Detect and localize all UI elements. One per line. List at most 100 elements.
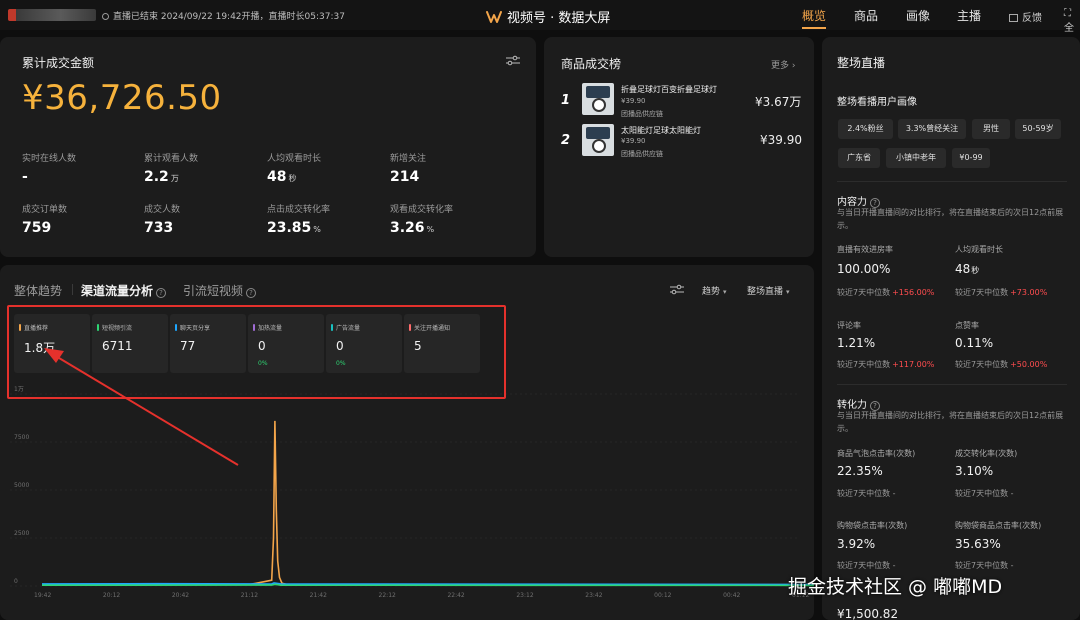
rank-number: 2 <box>561 133 571 148</box>
metric-compare: 较近7天中位数 +73.00% <box>955 287 1047 298</box>
divider <box>837 181 1067 182</box>
metric-compare: 较近7天中位数 - <box>955 561 1014 570</box>
stat-label-avg-duration: 人均观看时长 <box>267 154 322 164</box>
product-thumbnail[interactable] <box>582 83 614 115</box>
metric-label: 评论率 <box>837 321 861 330</box>
metric-value: 3.92% <box>837 537 876 551</box>
audience-tag: 3.3%曾经关注 <box>898 119 966 139</box>
channels-logo-icon <box>486 11 502 23</box>
metric-delta: +117.00% <box>892 360 935 369</box>
nav-overview[interactable]: 概览 <box>802 7 826 24</box>
metric-number: 48 <box>955 262 971 276</box>
metric-compare-label: 较近7天中位数 <box>955 360 1009 369</box>
stat-value-avg-duration: 48 秒 <box>267 169 296 185</box>
y-tick-label: 2500 <box>14 530 29 537</box>
x-tick-label: 00:12 <box>654 592 671 599</box>
scope-dropdown[interactable]: 整场直播 ▾ <box>747 284 790 297</box>
metric-value: 48秒 <box>955 262 979 276</box>
metric-delta: +73.00% <box>1010 288 1048 297</box>
stat-label-click-conv: 点击成交转化率 <box>267 205 331 215</box>
metric-compare-label: 较近7天中位数 <box>837 288 891 297</box>
caret-down-icon: ▾ <box>723 288 727 296</box>
stat-unit: % <box>313 225 321 234</box>
fullscreen-button[interactable]: ⛶全 <box>1064 8 1080 34</box>
y-tick-label: 0 <box>14 578 18 585</box>
product-thumbnail[interactable] <box>582 124 614 156</box>
x-tick-label: 21:12 <box>241 592 258 599</box>
nav-portrait[interactable]: 画像 <box>906 7 930 24</box>
series-line[interactable] <box>41 582 814 586</box>
metric-value: 0.11% <box>955 336 994 350</box>
content-power-desc: 与当日开播直播间的对比排行，将在直播结束后的次日12点前展示。 <box>837 208 1064 230</box>
product-price: ¥39.90 <box>621 97 646 105</box>
metric-compare: 较近7天中位数 +156.00% <box>837 287 934 298</box>
x-tick-label: 20:12 <box>103 592 120 599</box>
metric-compare-label: 较近7天中位数 <box>955 288 1009 297</box>
metric-label: 商品气泡点击率(次数) <box>837 449 916 458</box>
metric-value: 100.00% <box>837 262 891 276</box>
annotation-arrow <box>44 348 239 466</box>
conversion-power-desc: 与当日开播直播间的对比排行，将在直播结束后的次日12点前展示。 <box>837 411 1064 433</box>
x-tick-label: 20:42 <box>172 592 189 599</box>
stat-value-new-follows: 214 <box>390 169 419 185</box>
product-price: ¥39.90 <box>621 137 646 145</box>
stat-value-click-conv: 23.85% <box>267 220 321 236</box>
rank-number: 1 <box>561 93 571 108</box>
product-sales: ¥3.67万 <box>755 95 802 109</box>
dropdown-label: 趋势 <box>702 287 721 297</box>
metric-compare: 较近7天中位数 - <box>837 489 896 498</box>
metric-value: 3.10% <box>955 464 994 478</box>
caret-down-icon: ▾ <box>786 288 790 296</box>
metric-label: 点赞率 <box>955 321 979 330</box>
stat-number: 23.85 <box>267 220 312 236</box>
x-tick-label: 21:42 <box>310 592 327 599</box>
metric-value: 22.35% <box>837 464 883 478</box>
x-tick-label: 00:42 <box>723 592 740 599</box>
stat-unit: % <box>426 225 435 234</box>
product-name[interactable]: 太阳能灯足球太阳能灯 <box>621 125 701 136</box>
product-supplier: 团播品供应链 <box>621 110 663 118</box>
feedback-icon <box>1009 14 1018 22</box>
x-tick-label: 23:42 <box>585 592 602 599</box>
metric-value: 35.63% <box>955 537 1001 551</box>
fullscreen-label: 全 <box>1064 23 1074 34</box>
stat-unit: 秒 <box>288 174 297 183</box>
metric-label: 成交转化率(次数) <box>955 449 1018 458</box>
stat-value-view-conv: 3.26% <box>390 220 434 236</box>
x-tick-label: 19:42 <box>34 592 51 599</box>
metric-value-partial: ¥1,500.82 <box>837 607 899 620</box>
audience-tag: 2.4%粉丝 <box>838 119 893 139</box>
watermark: 掘金技术社区 @ 嘟嘟MD <box>788 576 1003 598</box>
stat-label-new-follows: 新增关注 <box>390 154 427 164</box>
settings-sliders-icon[interactable] <box>506 55 520 66</box>
metric-compare: 较近7天中位数 +50.00% <box>955 359 1047 370</box>
feedback-label: 反馈 <box>1022 13 1042 24</box>
audience-tag: 广东省 <box>838 148 880 168</box>
metric-compare: 较近7天中位数 - <box>837 561 896 570</box>
stat-number: 214 <box>390 169 420 185</box>
ranking-title: 商品成交榜 <box>561 57 622 71</box>
brand-title: 视频号 · 数据大屏 <box>486 7 610 26</box>
fullscreen-icon: ⛶ <box>1064 8 1071 19</box>
chart-settings-icon[interactable] <box>670 284 684 295</box>
nav-anchor[interactable]: 主播 <box>957 7 981 24</box>
feedback-button[interactable]: 反馈 <box>1009 9 1042 24</box>
metric-label: 购物袋商品点击率(次数) <box>955 521 1042 530</box>
product-name[interactable]: 折叠足球灯百变折叠足球灯 <box>621 84 717 95</box>
stat-number: 3.26 <box>390 220 425 236</box>
dropdown-label: 整场直播 <box>747 287 784 297</box>
metric-label: 直播有效进房率 <box>837 245 893 254</box>
metric-compare-label: 较近7天中位数 <box>837 360 891 369</box>
audience-tag: 男性 <box>972 119 1010 139</box>
audience-portrait-title: 整场看播用户画像 <box>837 97 917 108</box>
metric-label: 人均观看时长 <box>955 245 1003 254</box>
nav-active-indicator <box>802 27 826 29</box>
nav-products[interactable]: 商品 <box>854 7 878 24</box>
trend-mode-dropdown[interactable]: 趋势 ▾ <box>702 284 727 297</box>
stat-number: 48 <box>267 169 287 185</box>
metric-unit: 秒 <box>971 266 980 275</box>
ranking-more-link[interactable]: 更多 › <box>771 58 795 71</box>
panel-title: 整场直播 <box>837 56 886 70</box>
brand-text: 视频号 · 数据大屏 <box>507 11 611 26</box>
product-supplier: 团播品供应链 <box>621 150 663 158</box>
